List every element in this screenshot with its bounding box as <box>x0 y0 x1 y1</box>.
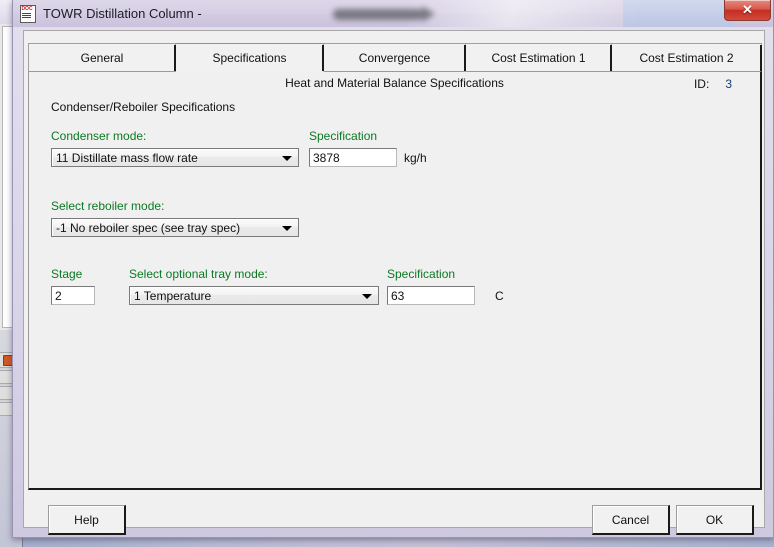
cancel-button-label: Cancel <box>611 512 650 527</box>
reboiler-mode-label: Select reboiler mode: <box>51 199 165 213</box>
ok-button[interactable]: OK <box>676 505 754 535</box>
reboiler-mode-dropdown[interactable]: -1 No reboiler spec (see tray spec) <box>51 218 299 237</box>
id-display: ID: 3 <box>694 77 732 91</box>
tab-cost-estimation-2[interactable]: Cost Estimation 2 <box>612 43 762 72</box>
dialog-client-area: General Specifications Convergence Cost … <box>23 30 765 535</box>
specifications-tab-page: Heat and Material Balance Specifications… <box>28 71 762 490</box>
tab-separator <box>322 45 324 71</box>
condenser-mode-dropdown[interactable]: 11 Distillate mass flow rate <box>51 148 299 167</box>
titlebar-glass-highlight <box>408 0 638 27</box>
id-value: 3 <box>725 77 732 91</box>
tab-specifications[interactable]: Specifications <box>176 43 324 72</box>
tray-mode-value: 1 Temperature <box>134 288 212 303</box>
page-title: Heat and Material Balance Specifications <box>285 76 504 90</box>
chevron-down-icon <box>282 156 292 161</box>
tab-general[interactable]: General <box>28 43 176 72</box>
tab-label: Cost Estimation 2 <box>639 50 734 65</box>
tab-label: General <box>80 50 124 65</box>
document-icon: DOC <box>19 5 36 23</box>
ok-button-label: OK <box>705 512 724 527</box>
tab-separator <box>760 45 762 71</box>
doc-icon-label: DOC <box>21 6 33 12</box>
stage-value: 2 <box>55 288 62 303</box>
close-button[interactable]: ✕ <box>724 0 771 21</box>
chevron-down-icon <box>362 294 372 299</box>
id-label: ID: <box>693 77 710 91</box>
cancel-button[interactable]: Cancel <box>592 505 670 535</box>
titlebar-glass-highlight-right <box>623 0 733 27</box>
tray-mode-label: Select optional tray mode: <box>129 267 268 281</box>
condenser-mode-value: 11 Distillate mass flow rate <box>56 150 198 165</box>
tab-cost-estimation-1[interactable]: Cost Estimation 1 <box>466 43 612 72</box>
condenser-spec-input[interactable]: 3878 <box>309 148 397 167</box>
title-bar[interactable]: DOC TOWR Distillation Column - ✕ <box>13 0 773 27</box>
chevron-down-icon <box>282 226 292 231</box>
condenser-mode-label: Condenser mode: <box>51 129 147 143</box>
stage-label: Stage <box>51 267 83 281</box>
condenser-spec-label: Specification <box>309 129 378 143</box>
redacted-title-region <box>333 6 435 22</box>
section-title-condenser-reboiler: Condenser/Reboiler Specifications <box>51 100 236 114</box>
tab-label: Convergence <box>358 50 431 65</box>
window-title: TOWR Distillation Column - <box>43 6 202 21</box>
help-button[interactable]: Help <box>48 505 126 535</box>
tray-spec-unit: C <box>495 289 504 303</box>
tray-mode-dropdown[interactable]: 1 Temperature <box>129 286 379 305</box>
tray-spec-value: 63 <box>391 288 405 303</box>
tab-label: Cost Estimation 1 <box>491 50 586 65</box>
tray-spec-input[interactable]: 63 <box>387 286 475 305</box>
close-icon: ✕ <box>742 2 753 17</box>
tab-label: Specifications <box>212 50 287 65</box>
tab-strip: General Specifications Convergence Cost … <box>28 43 762 72</box>
condenser-spec-unit: kg/h <box>404 151 427 165</box>
towr-distillation-column-dialog: DOC TOWR Distillation Column - ✕ General… <box>12 0 774 538</box>
help-button-label: Help <box>74 512 99 527</box>
tab-convergence[interactable]: Convergence <box>324 43 466 72</box>
stage-input[interactable]: 2 <box>51 286 95 305</box>
condenser-spec-value: 3878 <box>313 150 340 165</box>
tray-spec-label: Specification <box>387 267 456 281</box>
reboiler-mode-value: -1 No reboiler spec (see tray spec) <box>56 220 241 235</box>
